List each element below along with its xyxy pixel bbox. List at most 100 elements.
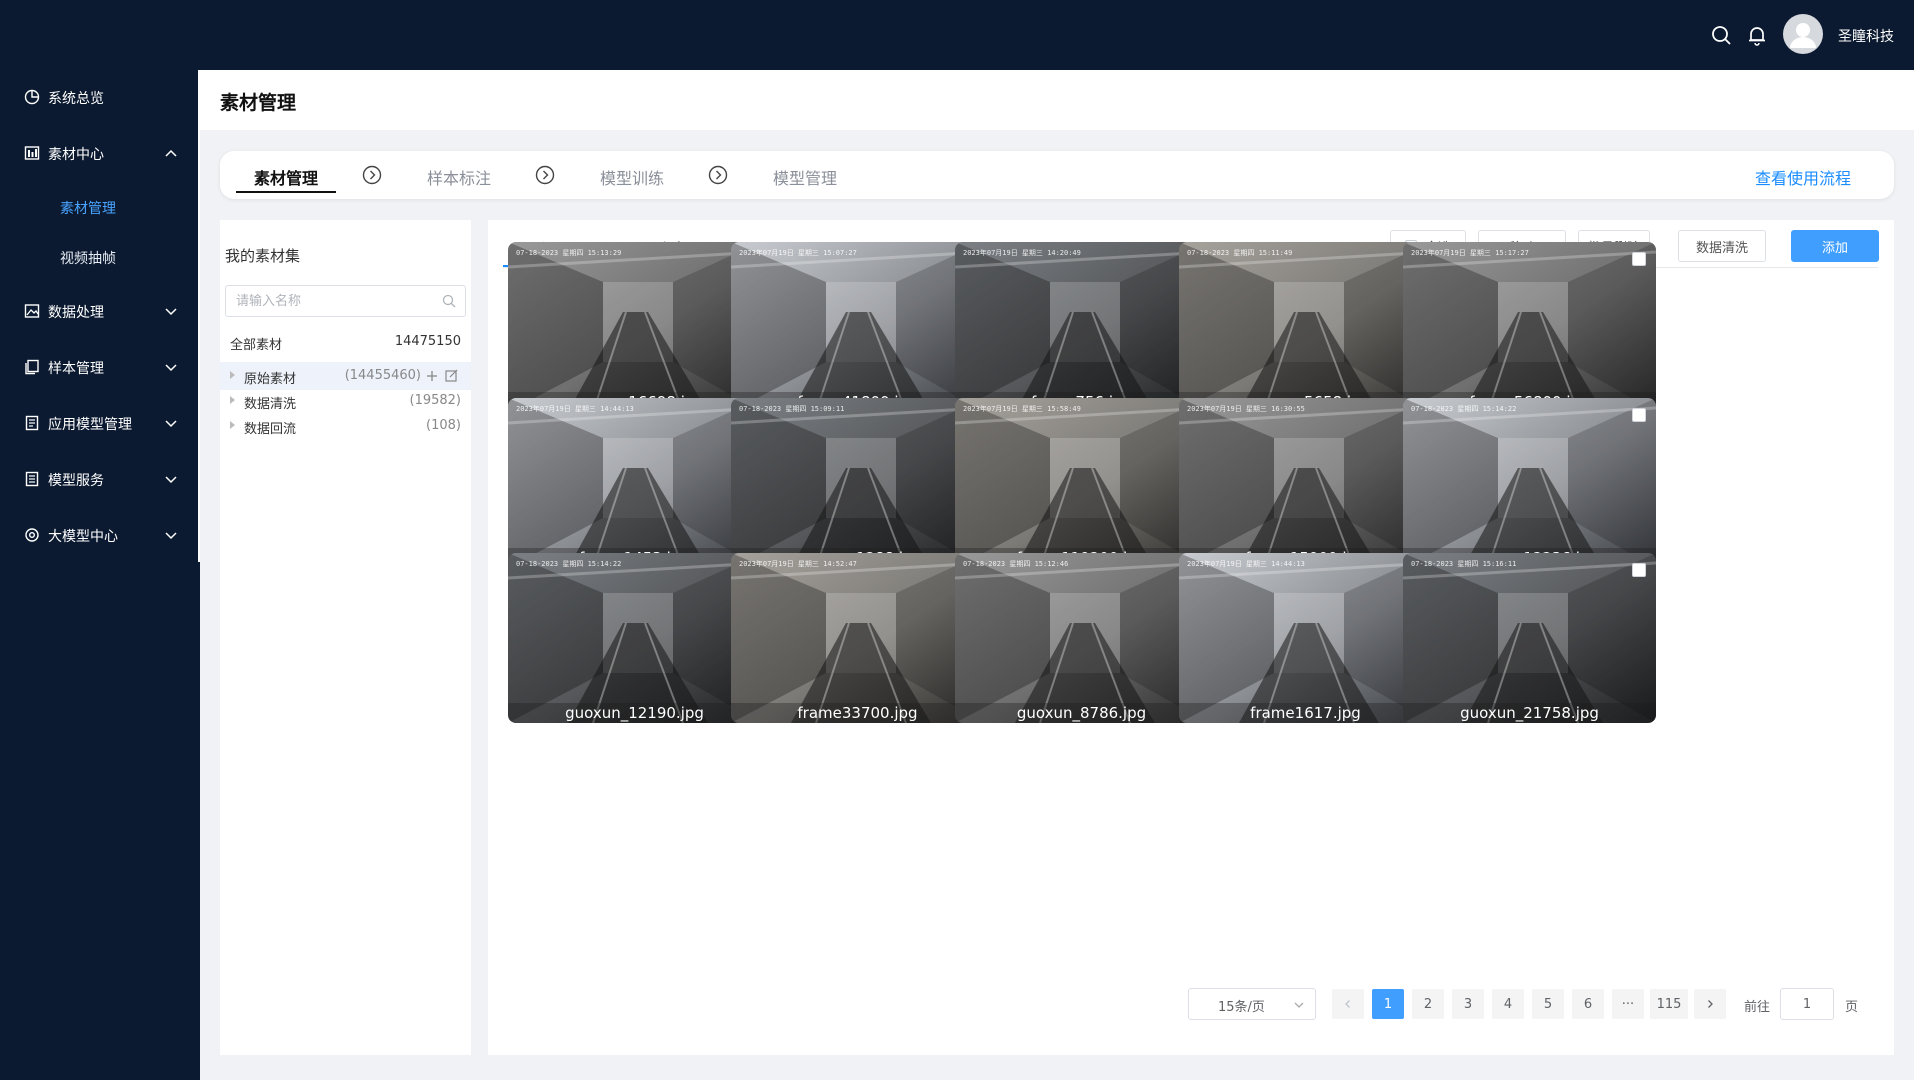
image-timestamp: 2023年07月19日 星期三 14:44:13 [516, 405, 634, 413]
image-filename: guoxun_8786.jpg [955, 703, 1208, 723]
image-thumbnail [508, 398, 761, 568]
step-material-management[interactable]: 素材管理 [254, 165, 318, 189]
user-avatar-icon[interactable] [1783, 14, 1823, 54]
image-card[interactable]: 07-18-2023 星期四 15:11:49guoxun_5658.jpg [1179, 242, 1432, 412]
image-timestamp: 07-18-2023 星期四 15:09:11 [739, 405, 845, 413]
all-materials-label[interactable]: 全部素材 [230, 334, 282, 353]
image-thumbnail [1179, 553, 1432, 723]
image-checkbox[interactable] [1632, 252, 1646, 266]
image-thumbnail [731, 242, 984, 412]
image-card[interactable]: 07-18-2023 星期四 15:14:22guoxun_12236.jpg [1403, 398, 1656, 568]
image-card[interactable]: 2023年07月19日 星期三 15:07:27frame41800.jpg [731, 242, 984, 412]
image-thumbnail [508, 553, 761, 723]
next-page-button[interactable] [1694, 989, 1726, 1019]
image-timestamp: 07-18-2023 星期四 15:16:11 [1411, 560, 1517, 568]
image-card[interactable]: 2023年07月19日 星期三 14:52:47 frame33700.jpg [731, 553, 984, 723]
arrow-circle-right-icon [535, 165, 555, 185]
materials-panel: 图片(14359104) 视频(96356) 全选 移动 批量删除 数据清洗 添… [488, 220, 1894, 1055]
image-icon [24, 303, 40, 319]
pie-chart-icon [24, 89, 40, 105]
edit-icon[interactable] [445, 369, 458, 382]
chevron-right-icon [1708, 1000, 1713, 1008]
sidebar-item-material-center[interactable]: 素材中心 [0, 131, 200, 175]
sidebar-subitem-material-management[interactable]: 素材管理 [0, 187, 200, 227]
chevron-down-icon [164, 304, 178, 318]
page-button-4[interactable]: 4 [1492, 989, 1524, 1019]
tree-item-data-cleaning[interactable]: 数据清洗 (19582) [220, 387, 471, 415]
image-timestamp: 2023年07月19日 星期三 14:20:49 [963, 249, 1081, 257]
image-checkbox[interactable] [1632, 408, 1646, 422]
page-size-label: 15条/页 [1218, 1000, 1265, 1015]
page-header: 素材管理 [200, 70, 1914, 130]
image-filename: guoxun_12190.jpg [508, 703, 761, 723]
search-icon[interactable] [442, 294, 456, 308]
sidebar-subitem-video-frames[interactable]: 视频抽帧 [0, 237, 200, 277]
sidebar-item-app-model-management[interactable]: 应用模型管理 [0, 401, 200, 445]
step-sample-annotation[interactable]: 样本标注 [427, 165, 491, 189]
image-card[interactable]: 2023年07月19日 星期三 15:17:27frame56800.jpg [1403, 242, 1656, 412]
sidebar-item-data-processing[interactable]: 数据处理 [0, 289, 200, 333]
add-button[interactable]: 添加 [1791, 230, 1879, 262]
page-size-select[interactable]: 15条/页 [1188, 988, 1316, 1020]
sidebar-item-label: 素材中心 [48, 147, 104, 163]
image-card[interactable]: 07-18-2023 星期四 15:12:46 guoxun_8786.jpg [955, 553, 1208, 723]
step-model-training[interactable]: 模型训练 [600, 165, 664, 189]
top-bar: 圣瞳科技 [0, 0, 1914, 70]
expand-triangle-icon[interactable] [230, 421, 235, 429]
page-button-1[interactable]: 1 [1372, 989, 1404, 1019]
tree-item-count: (108) [426, 418, 461, 433]
page-button-3[interactable]: 3 [1452, 989, 1484, 1019]
prev-page-button[interactable] [1332, 989, 1364, 1019]
image-card[interactable]: 2023年07月19日 星期三 14:44:13frame1453.jpg [508, 398, 761, 568]
page-button-5[interactable]: 5 [1532, 989, 1564, 1019]
step-model-management[interactable]: 模型管理 [773, 165, 837, 189]
image-checkbox[interactable] [1632, 563, 1646, 577]
add-icon[interactable] [425, 369, 439, 383]
arrow-circle-right-icon [362, 165, 382, 185]
sidebar-item-overview[interactable]: 系统总览 [0, 75, 200, 119]
image-timestamp: 2023年07月19日 星期三 14:52:47 [739, 560, 857, 568]
sidebar-item-label: 数据处理 [48, 305, 104, 321]
image-timestamp: 2023年07月19日 星期三 14:44:13 [1187, 560, 1305, 568]
page-button-6[interactable]: 6 [1572, 989, 1604, 1019]
tree-item-count: (19582) [409, 393, 462, 408]
image-timestamp: 07-18-2023 星期四 15:13:29 [516, 249, 622, 257]
settings-cube-icon [24, 527, 40, 543]
image-timestamp: 2023年07月19日 星期三 15:58:49 [963, 405, 1081, 413]
image-card[interactable]: 2023年07月19日 星期三 15:58:49frame119200.jpg [955, 398, 1208, 568]
tree-item-data-backflow[interactable]: 数据回流 (108) [220, 412, 471, 440]
image-filename: guoxun_21758.jpg [1403, 703, 1656, 723]
page-button-last[interactable]: 115 [1650, 989, 1688, 1019]
image-card[interactable]: 07-18-2023 星期四 15:14:22 guoxun_12190.jpg [508, 553, 761, 723]
bell-icon[interactable] [1746, 24, 1768, 46]
more-pages-button[interactable]: ··· [1612, 989, 1644, 1019]
sidebar-item-model-service[interactable]: 模型服务 [0, 457, 200, 501]
image-card[interactable]: 2023年07月19日 星期三 14:20:49frame756.jpg [955, 242, 1208, 412]
collection-search-input[interactable] [225, 285, 466, 317]
page-button-2[interactable]: 2 [1412, 989, 1444, 1019]
image-card[interactable]: 07-18-2023 星期四 15:09:11guoxun_1288.jpg [731, 398, 984, 568]
image-card[interactable]: 2023年07月19日 星期三 14:44:13 frame1617.jpg [1179, 553, 1432, 723]
goto-page-input[interactable] [1780, 988, 1834, 1020]
chevron-down-icon [164, 360, 178, 374]
sidebar-item-llm-center[interactable]: 大模型中心 [0, 513, 200, 557]
company-name[interactable]: 圣瞳科技 [1838, 26, 1894, 46]
sidebar-item-label: 样本管理 [48, 361, 104, 377]
goto-suffix: 页 [1845, 1000, 1859, 1015]
expand-triangle-icon[interactable] [230, 371, 235, 379]
expand-triangle-icon[interactable] [230, 396, 235, 404]
sidebar-item-sample-management[interactable]: 样本管理 [0, 345, 200, 389]
chevron-down-icon [164, 528, 178, 542]
collections-title: 我的素材集 [225, 247, 301, 265]
image-card[interactable]: 07-18-2023 星期四 15:13:29guoxun_16698.jpg [508, 242, 761, 412]
image-thumbnail [1403, 553, 1656, 723]
image-timestamp: 07-18-2023 星期四 15:14:22 [1411, 405, 1517, 413]
search-icon[interactable] [1710, 24, 1732, 46]
data-clean-button[interactable]: 数据清洗 [1678, 230, 1766, 262]
page-title: 素材管理 [220, 92, 297, 114]
tree-item-raw-materials[interactable]: 原始素材 (14455460) [220, 362, 471, 390]
image-card[interactable]: 2023年07月19日 星期三 16:30:55frame15900.jpg [1179, 398, 1432, 568]
image-card[interactable]: 07-18-2023 星期四 15:16:11 guoxun_21758.jpg [1403, 553, 1656, 723]
view-workflow-link[interactable]: 查看使用流程 [1755, 165, 1851, 189]
chevron-down-icon [164, 416, 178, 430]
